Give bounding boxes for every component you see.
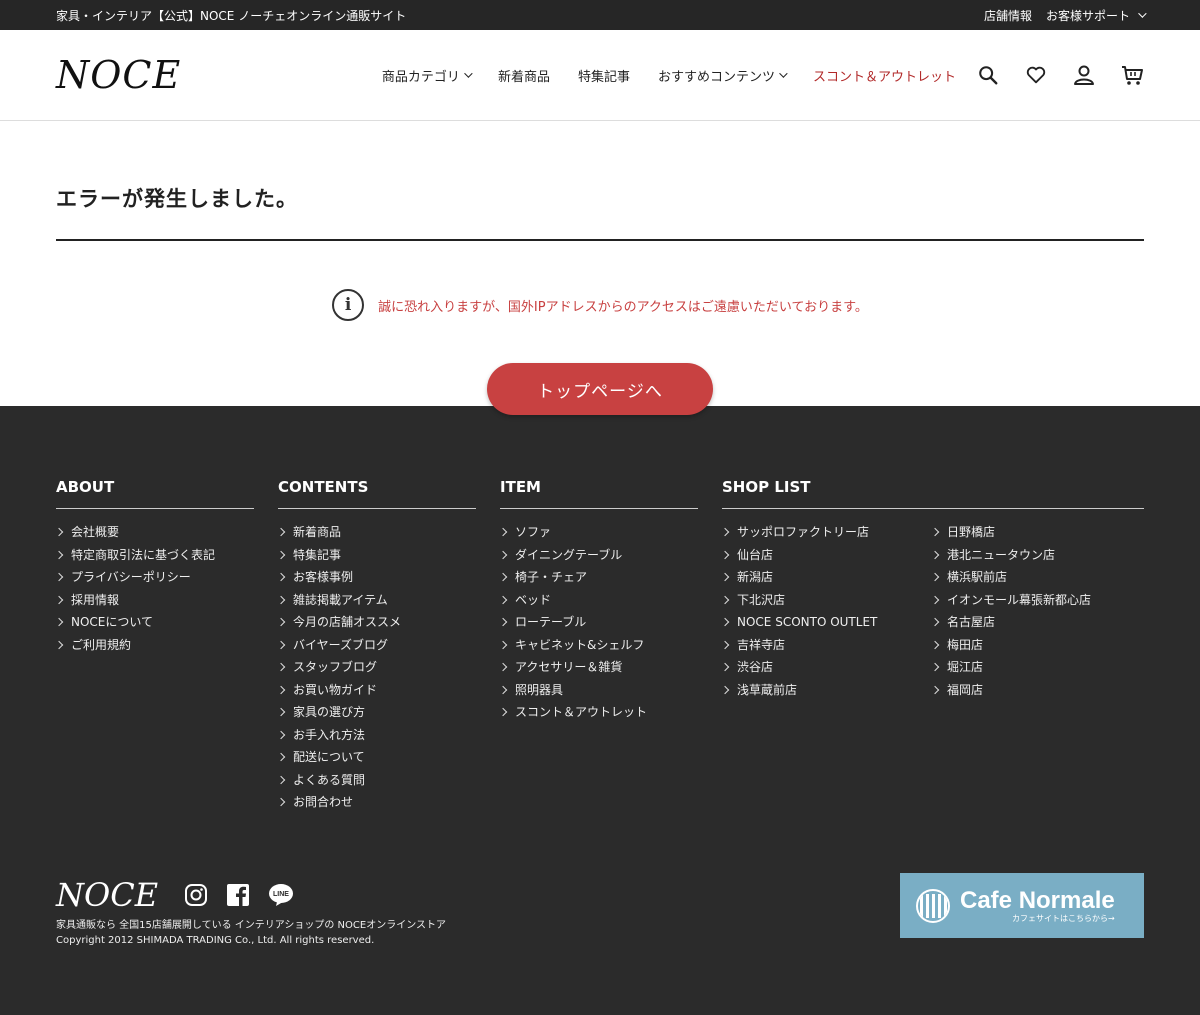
facebook-icon[interactable] — [226, 883, 250, 907]
footer-link[interactable]: スコント＆アウトレット — [500, 701, 698, 724]
footer-link[interactable]: ローテーブル — [500, 611, 698, 634]
shop-link[interactable]: 堀江店 — [932, 656, 1142, 679]
page-title: エラーが発生しました。 — [56, 183, 1144, 241]
user-icon[interactable] — [1072, 63, 1096, 87]
social-links: LINE — [184, 883, 294, 907]
instagram-icon[interactable] — [184, 883, 208, 907]
shop-link[interactable]: 名古屋店 — [932, 611, 1142, 634]
top-links: 店舗情報 お客様サポート — [984, 7, 1147, 24]
site-header: NOCE 商品カテゴリ 新着商品 特集記事 おすすめコンテンツ スコント＆アウト… — [0, 30, 1200, 121]
footer-logo[interactable]: NOCE — [56, 876, 158, 914]
footer-about: ABOUT 会社概要 特定商取引法に基づく表記 プライバシーポリシー 採用情報 … — [56, 478, 254, 814]
footer-link[interactable]: 雑誌掲載アイテム — [278, 589, 476, 612]
footer-link[interactable]: 今月の店舗オススメ — [278, 611, 476, 634]
site-title: 家具・インテリア【公式】NOCE ノーチェオンライン通販サイト — [56, 8, 407, 23]
error-message-text: 誠に恐れ入りますが、国外IPアドレスからのアクセスはご遠慮いただいております。 — [378, 299, 868, 315]
cart-icon[interactable] — [1120, 63, 1144, 87]
footer-link[interactable]: アクセサリー＆雑貨 — [500, 656, 698, 679]
chevron-down-icon — [1138, 9, 1147, 18]
footer-link[interactable]: 特定商取引法に基づく表記 — [56, 544, 254, 567]
info-icon: i — [332, 289, 365, 321]
footer-link[interactable]: 椅子・チェア — [500, 566, 698, 589]
chevron-down-icon — [464, 69, 473, 78]
footer-item: ITEM ソファ ダイニングテーブル 椅子・チェア ベッド ローテーブル キャビ… — [500, 478, 698, 814]
footer-heading: CONTENTS — [278, 478, 476, 509]
footer-link[interactable]: 特集記事 — [278, 544, 476, 567]
footer-link[interactable]: お客様事例 — [278, 566, 476, 589]
shop-link[interactable]: 日野橋店 — [932, 521, 1142, 544]
footer-link[interactable]: 配送について — [278, 746, 476, 769]
search-icon[interactable] — [976, 63, 1000, 87]
shop-link[interactable]: 仙台店 — [722, 544, 932, 567]
shop-link[interactable]: NOCE SCONTO OUTLET — [722, 611, 932, 634]
header-icons — [976, 63, 1144, 87]
cafe-normale-banner[interactable]: Cafe Normale カフェサイトはこちらから→ — [900, 873, 1144, 938]
footer-link[interactable]: ご利用規約 — [56, 634, 254, 657]
footer-link[interactable]: ベッド — [500, 589, 698, 612]
main-nav: 商品カテゴリ 新着商品 特集記事 おすすめコンテンツ スコント＆アウトレット — [382, 66, 956, 85]
nav-item-new-products[interactable]: 新着商品 — [498, 66, 550, 85]
footer-link[interactable]: ソファ — [500, 521, 698, 544]
footer-shop-list: SHOP LIST サッポロファクトリー店 仙台店 新潟店 下北沢店 NOCE … — [722, 478, 1144, 814]
footer-link[interactable]: よくある質問 — [278, 769, 476, 792]
shop-link[interactable]: 浅草蔵前店 — [722, 679, 932, 702]
nav-item-features[interactable]: 特集記事 — [578, 66, 630, 85]
store-info-link[interactable]: 店舗情報 — [984, 7, 1032, 24]
shop-link[interactable]: 福岡店 — [932, 679, 1142, 702]
main-content: エラーが発生しました。 i 誠に恐れ入りますが、国外IPアドレスからのアクセスは… — [0, 183, 1200, 415]
footer-link[interactable]: 家具の選び方 — [278, 701, 476, 724]
nav-item-categories[interactable]: 商品カテゴリ — [382, 66, 473, 85]
chevron-down-icon — [779, 69, 788, 78]
footer-link[interactable]: お手入れ方法 — [278, 724, 476, 747]
nav-item-outlet[interactable]: スコント＆アウトレット — [813, 66, 956, 85]
footer-heading: ITEM — [500, 478, 698, 509]
site-logo[interactable]: NOCE — [56, 53, 181, 97]
shop-link[interactable]: 渋谷店 — [722, 656, 932, 679]
footer-link[interactable]: お買い物ガイド — [278, 679, 476, 702]
footer-bottom: NOCE LINE 家具通販なら 全国15店舗展開している インテリアショップの… — [56, 873, 1144, 948]
footer-heading: SHOP LIST — [722, 478, 1144, 509]
shop-link[interactable]: 梅田店 — [932, 634, 1142, 657]
customer-support-link[interactable]: お客様サポート — [1046, 7, 1147, 24]
shop-link[interactable]: イオンモール幕張新都心店 — [932, 589, 1142, 612]
top-bar: 家具・インテリア【公式】NOCE ノーチェオンライン通販サイト 店舗情報 お客様… — [0, 0, 1200, 30]
footer-link[interactable]: 照明器具 — [500, 679, 698, 702]
shop-link[interactable]: 横浜駅前店 — [932, 566, 1142, 589]
site-footer: ABOUT 会社概要 特定商取引法に基づく表記 プライバシーポリシー 採用情報 … — [0, 406, 1200, 1015]
shop-link[interactable]: 港北ニュータウン店 — [932, 544, 1142, 567]
error-message: i 誠に恐れ入りますが、国外IPアドレスからのアクセスはご遠慮いただいております… — [56, 289, 1144, 321]
footer-link[interactable]: お問合わせ — [278, 791, 476, 814]
line-icon-label: LINE — [273, 891, 289, 898]
line-icon[interactable]: LINE — [268, 883, 294, 907]
footer-heading: ABOUT — [56, 478, 254, 509]
shop-link[interactable]: サッポロファクトリー店 — [722, 521, 932, 544]
shop-link[interactable]: 新潟店 — [722, 566, 932, 589]
shop-link[interactable]: 下北沢店 — [722, 589, 932, 612]
footer-link[interactable]: 採用情報 — [56, 589, 254, 612]
footer-link[interactable]: キャビネット&シェルフ — [500, 634, 698, 657]
nav-item-recommended[interactable]: おすすめコンテンツ — [658, 66, 788, 85]
shop-link[interactable]: 吉祥寺店 — [722, 634, 932, 657]
heart-icon[interactable] — [1024, 63, 1048, 87]
top-page-button[interactable]: トップページへ — [487, 363, 713, 415]
footer-link[interactable]: NOCEについて — [56, 611, 254, 634]
footer-link[interactable]: スタッフブログ — [278, 656, 476, 679]
footer-link[interactable]: ダイニングテーブル — [500, 544, 698, 567]
footer-link[interactable]: 会社概要 — [56, 521, 254, 544]
footer-link[interactable]: プライバシーポリシー — [56, 566, 254, 589]
footer-contents: CONTENTS 新着商品 特集記事 お客様事例 雑誌掲載アイテム 今月の店舗オ… — [278, 478, 476, 814]
cafe-name: Cafe Normale — [960, 887, 1115, 914]
footer-link[interactable]: 新着商品 — [278, 521, 476, 544]
footer-link[interactable]: バイヤーズブログ — [278, 634, 476, 657]
cafe-logo-icon — [916, 888, 950, 923]
